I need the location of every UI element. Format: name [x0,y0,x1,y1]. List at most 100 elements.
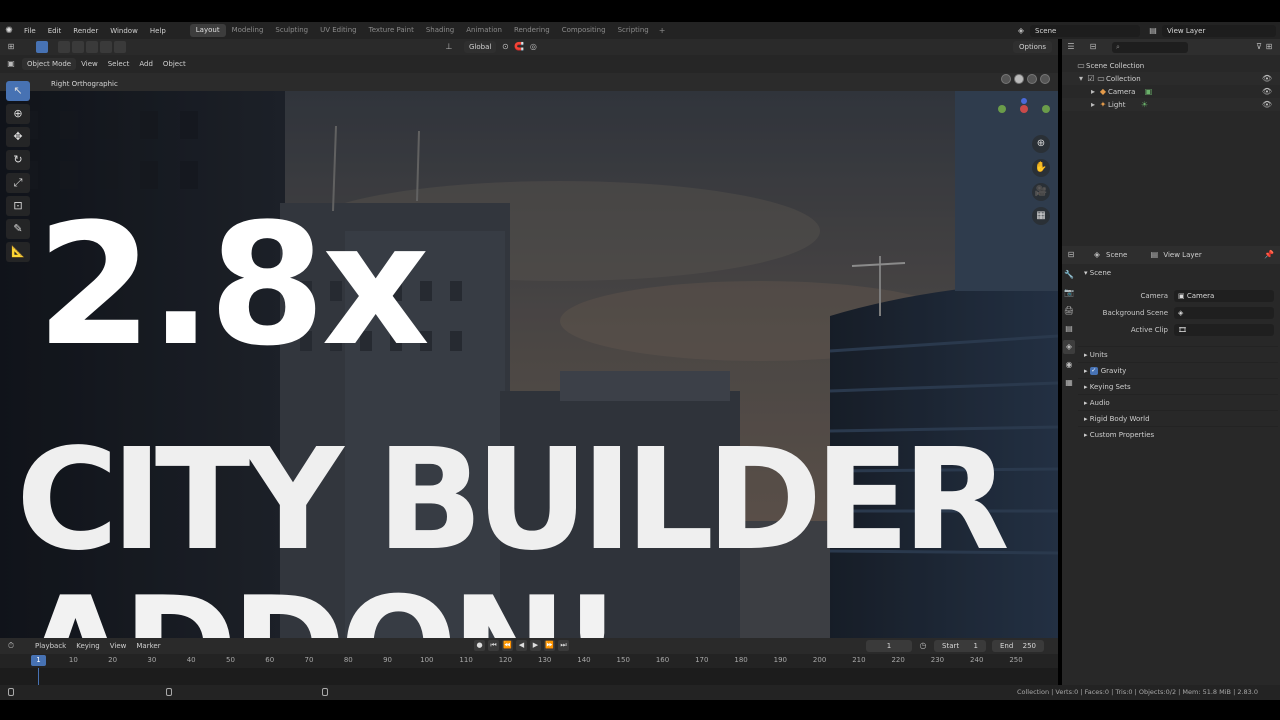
filter-icon[interactable]: ⊽ [1254,42,1264,52]
select-box-tool-icon[interactable]: ↖ [6,81,30,101]
custom-properties-panel[interactable]: ▸ Custom Properties [1078,426,1278,442]
tab-modeling[interactable]: Modeling [226,24,270,37]
wireframe-shading-icon[interactable] [1001,74,1011,84]
gravity-checkbox[interactable]: ✓ [1089,367,1098,375]
outliner-row-camera[interactable]: ▸ ◆ Camera ▣ 👁 [1062,85,1280,98]
options-button[interactable]: Options [1012,41,1052,53]
playhead-line[interactable] [38,668,39,685]
units-panel[interactable]: ▸ Units [1078,346,1278,362]
viewport-menu-object[interactable]: Object [158,60,191,68]
tab-layout[interactable]: Layout [189,24,226,37]
ortho-grid-icon[interactable]: ▦ [1032,207,1050,225]
menu-render[interactable]: Render [67,27,104,35]
end-frame-field[interactable]: End 250 [992,640,1044,652]
visibility-eye-icon[interactable]: 👁 [1262,100,1272,109]
select-mode-new-button[interactable] [58,41,70,53]
tab-uv-editing[interactable]: UV Editing [314,24,363,37]
menu-help[interactable]: Help [144,27,172,35]
properties-panel[interactable]: ⊟ ◈ Scene ▤ View Layer 📌 🔧 📷 🖨 ▤ ◈ ◉ ▦ ▾… [1062,246,1280,685]
outliner-editor-type-icon[interactable]: ☰ [1066,42,1076,52]
rigid-body-world-panel[interactable]: ▸ Rigid Body World [1078,410,1278,426]
view-layer-selector[interactable]: ▤ View Layer [1148,24,1276,37]
view-layer-name-field[interactable]: View Layer [1162,24,1276,37]
select-mode-subtract-button[interactable] [86,41,98,53]
properties-editor-type-icon[interactable]: ⊟ [1066,250,1076,260]
light-data-icon[interactable]: ☀ [1139,100,1149,110]
texture-tab-icon[interactable]: ▦ [1063,376,1075,390]
pin-icon[interactable]: 📌 [1264,250,1274,260]
keying-sets-panel[interactable]: ▸ Keying Sets [1078,378,1278,394]
active-clip-field[interactable]: 🎞 [1174,323,1274,336]
expand-arrow-icon[interactable]: ▾ [1076,74,1086,84]
tab-shading[interactable]: Shading [420,24,460,37]
menu-file[interactable]: File [18,27,42,35]
gravity-panel[interactable]: ▸ ✓ Gravity [1078,362,1278,378]
tab-animation[interactable]: Animation [460,24,508,37]
outliner-panel[interactable]: ☰ ⊟ ⌕ ⊽ ⊞ ▭ Scene Collection ▾ ☑ ▭ Colle… [1062,39,1280,246]
audio-panel[interactable]: ▸ Audio [1078,394,1278,410]
select-mode-intersect-button[interactable] [100,41,112,53]
outliner-row-scene-collection[interactable]: ▭ Scene Collection [1062,59,1280,72]
start-frame-field[interactable]: Start 1 [934,640,986,652]
viewport-menu-select[interactable]: Select [103,60,135,68]
play-reverse-icon[interactable]: ◀ [516,640,527,651]
visibility-eye-icon[interactable]: 👁 [1262,74,1272,83]
timeline-editor-type-icon[interactable]: ⏱ [6,641,16,651]
rotate-tool-icon[interactable]: ↻ [6,150,30,170]
visibility-eye-icon[interactable]: 👁 [1262,87,1272,96]
current-frame-indicator[interactable]: 1 [31,655,46,666]
add-workspace-icon[interactable]: + [655,26,670,35]
annotate-tool-icon[interactable]: ✎ [6,219,30,239]
tab-rendering[interactable]: Rendering [508,24,556,37]
tab-sculpting[interactable]: Sculpting [269,24,314,37]
render-tab-icon[interactable]: 📷 [1063,286,1075,300]
expand-arrow-icon[interactable]: ▸ [1088,87,1098,97]
proportional-edit-icon[interactable]: ◎ [528,42,538,52]
scale-tool-icon[interactable]: ⤢ [6,173,30,193]
measure-tool-icon[interactable]: 📐 [6,242,30,262]
play-icon[interactable]: ▶ [530,640,541,651]
timeline-menu-marker[interactable]: Marker [131,642,165,650]
timeline-menu-view[interactable]: View [105,642,132,650]
cursor-tool-icon[interactable]: ⊕ [6,104,30,124]
viewport-menu-view[interactable]: View [76,60,103,68]
scene-panel-title[interactable]: ▾ Scene [1078,266,1278,281]
object-mode-dropdown[interactable]: Object Mode [22,58,77,70]
timeline-editor[interactable]: ⏱ Playback Keying View Marker ● ⏮ ⏪ ◀ ▶ … [0,638,1058,685]
viewport-menu-add[interactable]: Add [134,60,158,68]
editor-type-icon[interactable]: ⊞ [6,42,16,52]
tab-texture-paint[interactable]: Texture Paint [363,24,420,37]
world-tab-icon[interactable]: ◉ [1063,358,1075,372]
timeline-ruler[interactable]: 1 10 20 30 40 50 60 70 80 90 100 110 120 130 140 150 16… [0,654,1058,668]
preview-range-icon[interactable]: ◷ [918,641,928,651]
camera-property-field[interactable]: ▣ Camera [1174,289,1274,302]
blender-logo-icon[interactable]: ✺ [0,26,18,36]
snap-icon[interactable]: 🧲 [514,42,524,52]
tool-tab-icon[interactable]: 🔧 [1063,268,1075,282]
menu-edit[interactable]: Edit [42,27,68,35]
3d-viewport[interactable]: ⊞ ⊥ Global ⊙ 🧲 ◎ Options ▣ Object Mode V… [0,39,1058,638]
timeline-track[interactable] [0,668,1058,685]
camera-data-icon[interactable]: ▣ [1143,87,1153,97]
transform-orientation-dropdown[interactable]: Global [464,41,497,53]
properties-scene-label[interactable]: Scene [1106,251,1127,259]
expand-arrow-icon[interactable]: ▸ [1088,100,1098,110]
menu-window[interactable]: Window [104,27,144,35]
camera-view-icon[interactable]: 🎥 [1032,183,1050,201]
solid-shading-icon[interactable] [1014,74,1024,84]
properties-view-layer-label[interactable]: View Layer [1163,251,1201,259]
material-shading-icon[interactable] [1027,74,1037,84]
output-tab-icon[interactable]: 🖨 [1063,304,1075,318]
next-keyframe-icon[interactable]: ⏩ [544,640,555,651]
rendered-shading-icon[interactable] [1040,74,1050,84]
prev-keyframe-icon[interactable]: ⏪ [502,640,513,651]
pan-hand-icon[interactable]: ✋ [1032,159,1050,177]
scene-tab-icon[interactable]: ◈ [1063,340,1075,354]
scene-name-field[interactable]: Scene [1030,24,1140,37]
select-box-tool-button[interactable] [36,41,48,53]
outliner-search-input[interactable]: ⌕ [1112,41,1188,53]
new-collection-icon[interactable]: ⊞ [1264,42,1274,52]
timeline-menu-keying[interactable]: Keying [71,642,105,650]
tab-scripting[interactable]: Scripting [612,24,655,37]
navigation-gizmo[interactable] [996,97,1052,121]
